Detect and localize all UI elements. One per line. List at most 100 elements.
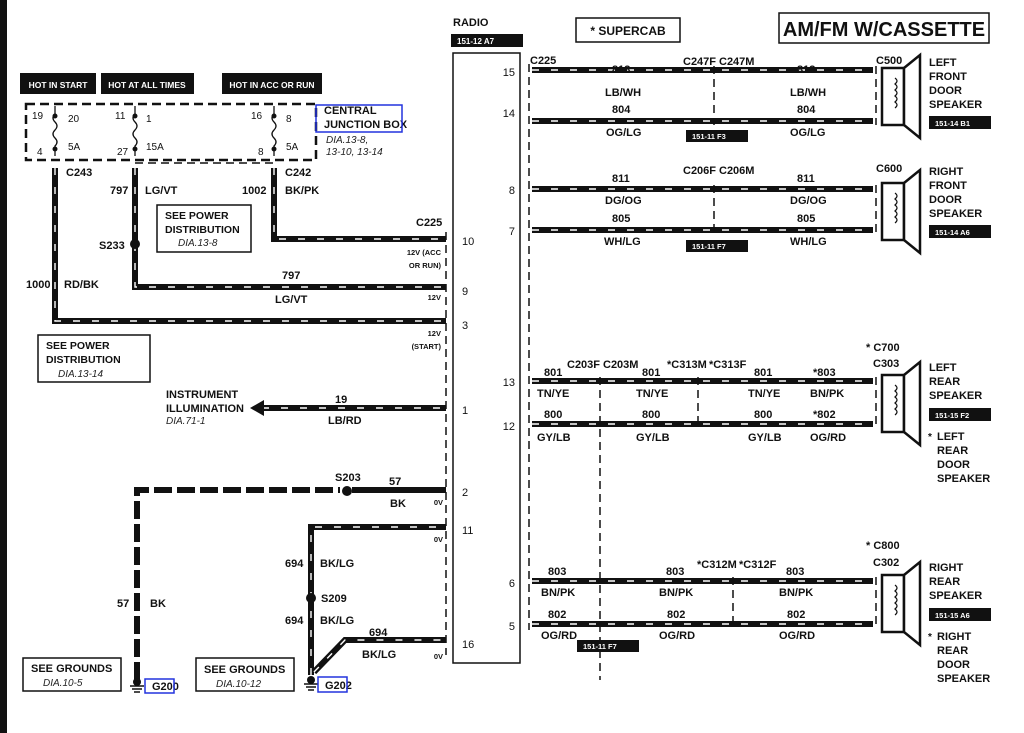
speaker-icon: [880, 52, 922, 141]
svg-text:DIA.10-12: DIA.10-12: [216, 679, 261, 690]
svg-text:OG/RD: OG/RD: [659, 630, 695, 642]
svg-text:LEFT: LEFT: [937, 431, 965, 443]
svg-text:ILLUMINATION: ILLUMINATION: [166, 403, 244, 415]
svg-text:19: 19: [32, 111, 44, 122]
svg-text:803: 803: [666, 566, 684, 578]
see-power-distribution-13-8[interactable]: SEE POWER DISTRIBUTION DIA.13-8: [156, 204, 252, 253]
svg-text:C203F: C203F: [567, 359, 600, 371]
svg-text:19: 19: [335, 394, 347, 406]
svg-text:*C313M: *C313M: [667, 359, 707, 371]
pin-label: 1: [462, 405, 468, 417]
svg-text:SPEAKER: SPEAKER: [929, 590, 982, 602]
svg-text:GY/LB: GY/LB: [748, 432, 782, 444]
svg-text:16: 16: [251, 111, 263, 122]
left-rear-speaker-label: LEFT REAR SPEAKER 151-15 F2 * LEFT REAR …: [928, 362, 991, 485]
svg-text:BK/LG: BK/LG: [320, 558, 354, 570]
svg-text:GY/LB: GY/LB: [537, 432, 571, 444]
svg-text:C247M: C247M: [719, 56, 754, 68]
svg-text:13-10, 13-14: 13-10, 13-14: [326, 147, 383, 158]
svg-text:804: 804: [612, 104, 631, 116]
speaker-icon: [880, 167, 922, 256]
ref-tag: 151-11 F7: [583, 642, 617, 651]
svg-text:800: 800: [642, 409, 660, 421]
svg-text:DIA.71-1: DIA.71-1: [166, 416, 205, 427]
svg-text:SEE POWER: SEE POWER: [46, 340, 110, 352]
see-grounds-10-5[interactable]: SEE GROUNDS DIA.10-5: [22, 657, 122, 692]
svg-text:*802: *802: [813, 409, 836, 421]
svg-text:797: 797: [282, 270, 300, 282]
svg-text:DG/OG: DG/OG: [790, 195, 827, 207]
supercab-note: * SUPERCAB: [590, 24, 666, 38]
svg-text:DOOR: DOOR: [937, 659, 970, 671]
svg-text:LEFT: LEFT: [929, 57, 957, 69]
instrument-illumination-ref[interactable]: INSTRUMENT ILLUMINATION DIA.71-1: [166, 389, 244, 427]
svg-text:DOOR: DOOR: [929, 194, 962, 206]
pin-label: 8: [509, 185, 515, 197]
ground-g202[interactable]: G202: [304, 676, 352, 693]
svg-text:TN/YE: TN/YE: [537, 388, 569, 400]
svg-text:57: 57: [389, 476, 401, 488]
see-grounds-10-12[interactable]: SEE GROUNDS DIA.10-12: [195, 657, 295, 692]
fuses: 19 20 4 5A 11 1 27 15A 16 8 8 5A: [32, 106, 299, 158]
svg-text:811: 811: [797, 173, 815, 185]
svg-text:REAR: REAR: [929, 376, 960, 388]
ground-g200[interactable]: G200: [130, 678, 179, 694]
svg-text:TN/YE: TN/YE: [748, 388, 780, 400]
svg-text:OG/RD: OG/RD: [541, 630, 577, 642]
svg-text:0V: 0V: [434, 652, 443, 661]
svg-text:SPEAKER: SPEAKER: [937, 473, 990, 485]
svg-text:801: 801: [642, 367, 660, 379]
supercab-box: * SUPERCAB: [575, 17, 681, 43]
svg-text:DOOR: DOOR: [937, 459, 970, 471]
svg-text:S209: S209: [321, 593, 347, 605]
svg-text:REAR: REAR: [929, 576, 960, 588]
radio-ref: 151-12 A7: [457, 37, 495, 46]
svg-text:27: 27: [117, 147, 129, 158]
svg-text:FRONT: FRONT: [929, 180, 967, 192]
svg-text:C243: C243: [66, 167, 92, 179]
svg-text:G202: G202: [325, 680, 352, 692]
svg-text:800: 800: [544, 409, 562, 421]
svg-text:BN/PK: BN/PK: [659, 587, 693, 599]
svg-text:694: 694: [285, 558, 304, 570]
svg-text:(START): (START): [412, 342, 442, 351]
svg-text:WH/LG: WH/LG: [604, 236, 641, 248]
see-power-distribution-13-14[interactable]: SEE POWER DISTRIBUTION DIA.13-14: [37, 334, 151, 383]
central-junction-box-label[interactable]: CENTRAL JUNCTION BOX DIA.13-8, 13-10, 13…: [315, 104, 408, 158]
svg-text:RIGHT: RIGHT: [929, 562, 964, 574]
svg-text:C242: C242: [285, 167, 311, 179]
svg-text:RIGHT: RIGHT: [929, 166, 964, 178]
pin-label: 2: [462, 487, 468, 499]
svg-text:DIA.13-8,: DIA.13-8,: [326, 135, 368, 146]
svg-text:BK/LG: BK/LG: [320, 615, 354, 627]
speaker-icon: [880, 359, 922, 448]
svg-text:*C312F: *C312F: [739, 559, 777, 571]
svg-text:JUNCTION BOX: JUNCTION BOX: [324, 119, 408, 131]
svg-text:SPEAKER: SPEAKER: [937, 673, 990, 685]
svg-text:5A: 5A: [286, 142, 299, 153]
svg-text:OG/RD: OG/RD: [779, 630, 815, 642]
ref-tag: 151-11 F7: [692, 242, 726, 251]
pin-label: 7: [509, 226, 515, 238]
svg-text:151-15 A6: 151-15 A6: [935, 611, 970, 620]
svg-text:DIA.10-5: DIA.10-5: [43, 678, 83, 689]
svg-text:*803: *803: [813, 367, 836, 379]
left-front-door-speaker-label: LEFT FRONT DOOR SPEAKER 151-14 B1: [929, 57, 991, 129]
svg-text:804: 804: [797, 104, 816, 116]
svg-text:12V: 12V: [428, 329, 441, 338]
svg-text:SPEAKER: SPEAKER: [929, 99, 982, 111]
svg-text:INSTRUMENT: INSTRUMENT: [166, 389, 238, 401]
svg-text:HOT IN ACC OR RUN: HOT IN ACC OR RUN: [229, 80, 314, 90]
svg-text:TN/YE: TN/YE: [636, 388, 668, 400]
svg-text:RD/BK: RD/BK: [64, 279, 99, 291]
svg-text:C600: C600: [876, 163, 902, 175]
svg-text:20: 20: [68, 114, 80, 125]
svg-text:797: 797: [110, 185, 128, 197]
svg-text:805: 805: [797, 213, 815, 225]
svg-text:0V: 0V: [434, 535, 443, 544]
ref-tag: 151-11 F3: [692, 132, 726, 141]
svg-text:REAR: REAR: [937, 445, 968, 457]
svg-text:1002: 1002: [242, 185, 266, 197]
svg-text:151-14 A6: 151-14 A6: [935, 228, 970, 237]
svg-text:C225: C225: [416, 217, 442, 229]
